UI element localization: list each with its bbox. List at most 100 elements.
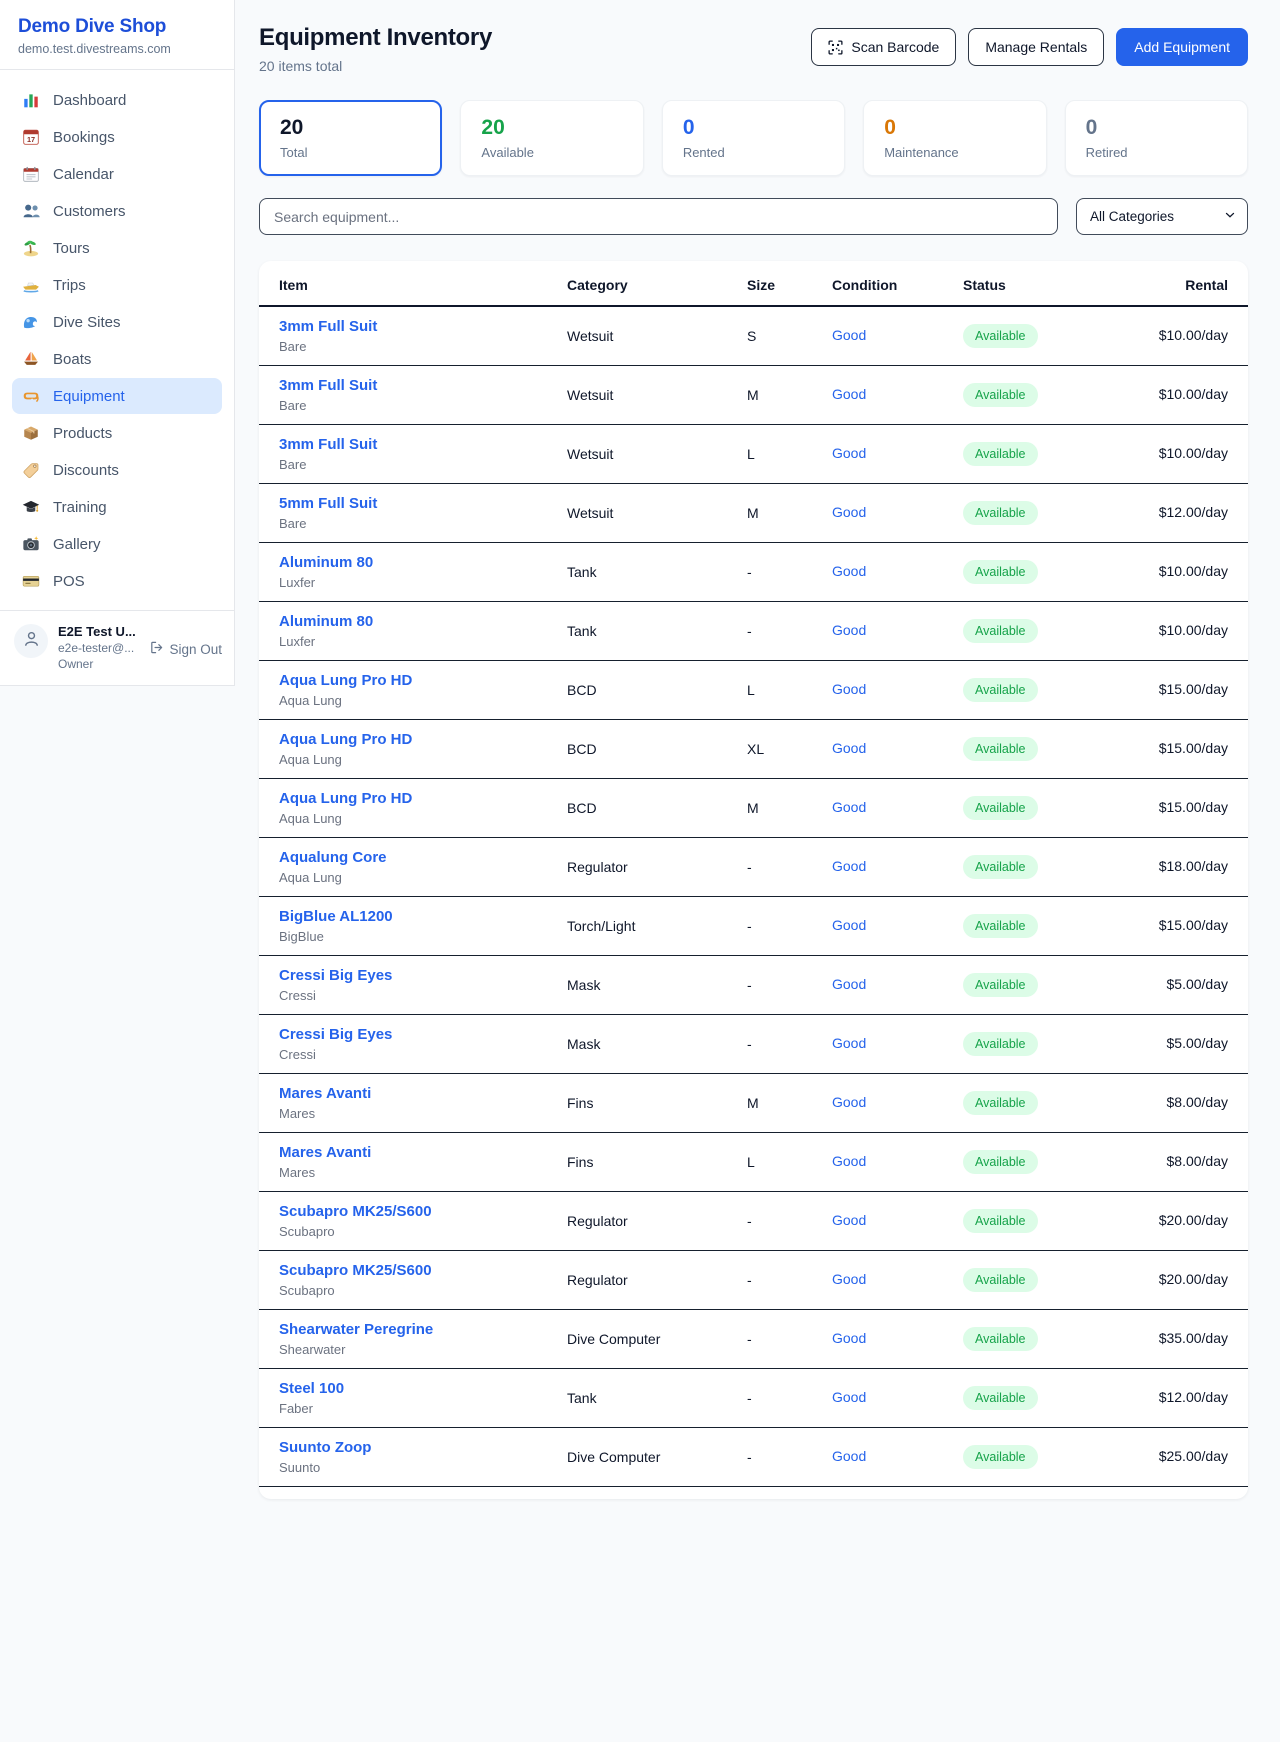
table-header-row: ItemCategorySizeConditionStatusRental	[259, 261, 1248, 306]
item-brand: Aqua Lung	[279, 811, 567, 826]
table-row: Scubapro MK25/S600ScubaproRegulator-Good…	[259, 1192, 1248, 1251]
item-category: BCD	[567, 779, 747, 838]
scan-barcode-label: Scan Barcode	[851, 39, 939, 55]
condition-link[interactable]: Good	[832, 1330, 866, 1346]
stats-row: 20Total20Available0Rented0Maintenance0Re…	[259, 100, 1248, 176]
item-brand: Suunto	[279, 1460, 567, 1475]
rental-price: $20.00/day	[1159, 1212, 1228, 1228]
sidebar-item-label: Tours	[53, 240, 90, 257]
brand-name: Demo Dive Shop	[18, 16, 216, 38]
condition-link[interactable]: Good	[832, 1035, 866, 1051]
sidebar-item-trips[interactable]: Trips	[12, 267, 222, 303]
item-size: -	[747, 1369, 832, 1428]
stat-card-available[interactable]: 20Available	[460, 100, 643, 176]
item-brand: Mares	[279, 1106, 567, 1121]
condition-link[interactable]: Good	[832, 563, 866, 579]
item-link[interactable]: Cressi Big Eyes	[279, 1026, 567, 1043]
manage-rentals-button[interactable]: Manage Rentals	[968, 28, 1104, 66]
sidebar-item-bookings[interactable]: 17Bookings	[12, 119, 222, 155]
item-link[interactable]: 3mm Full Suit	[279, 436, 567, 453]
item-link[interactable]: Aqua Lung Pro HD	[279, 731, 567, 748]
item-link[interactable]: Mares Avanti	[279, 1144, 567, 1161]
user-box: E2E Test U... e2e-tester@... Owner Sign …	[0, 610, 234, 685]
column-header-condition: Condition	[832, 261, 963, 306]
rental-price: $12.00/day	[1159, 1389, 1228, 1405]
stat-value: 0	[1086, 116, 1227, 140]
condition-link[interactable]: Good	[832, 740, 866, 756]
condition-link[interactable]: Good	[832, 445, 866, 461]
condition-link[interactable]: Good	[832, 858, 866, 874]
condition-link[interactable]: Good	[832, 976, 866, 992]
item-category: Tank	[567, 602, 747, 661]
condition-link[interactable]: Good	[832, 681, 866, 697]
item-link[interactable]: BigBlue AL1200	[279, 908, 567, 925]
stat-card-maintenance[interactable]: 0Maintenance	[863, 100, 1046, 176]
item-size: M	[747, 484, 832, 543]
sidebar-item-boats[interactable]: Boats	[12, 341, 222, 377]
sidebar-item-discounts[interactable]: Discounts	[12, 452, 222, 488]
item-link[interactable]: 3mm Full Suit	[279, 377, 567, 394]
stat-card-total[interactable]: 20Total	[259, 100, 442, 176]
sidebar-item-tours[interactable]: Tours	[12, 230, 222, 266]
category-select[interactable]: All Categories	[1076, 198, 1248, 235]
item-link[interactable]: 3mm Full Suit	[279, 318, 567, 335]
sidebar-item-training[interactable]: Training	[12, 489, 222, 525]
sign-out-button[interactable]: Sign Out	[149, 640, 222, 658]
sidebar-item-label: Trips	[53, 277, 86, 294]
item-link[interactable]: Aqualung Core	[279, 849, 567, 866]
sidebar-item-products[interactable]: Products	[12, 415, 222, 451]
condition-link[interactable]: Good	[832, 1153, 866, 1169]
item-link[interactable]: Suunto Zoop	[279, 1439, 567, 1456]
item-link[interactable]: Mares Avanti	[279, 1085, 567, 1102]
user-name: E2E Test U...	[58, 624, 139, 639]
sidebar-item-gallery[interactable]: Gallery	[12, 526, 222, 562]
item-link[interactable]: Aluminum 80	[279, 554, 567, 571]
sidebar-item-calendar[interactable]: Calendar	[12, 156, 222, 192]
equipment-table-card: ItemCategorySizeConditionStatusRental 3m…	[259, 261, 1248, 1499]
item-link[interactable]: 5mm Full Suit	[279, 495, 567, 512]
condition-link[interactable]: Good	[832, 504, 866, 520]
search-input[interactable]	[259, 198, 1058, 235]
sidebar-item-label: Training	[53, 499, 107, 516]
table-row: Suunto ZoopSuuntoDive Computer-GoodAvail…	[259, 1428, 1248, 1487]
item-link[interactable]: Aluminum 80	[279, 613, 567, 630]
item-link[interactable]: Steel 100	[279, 1380, 567, 1397]
condition-link[interactable]: Good	[832, 917, 866, 933]
item-link[interactable]: Aqua Lung Pro HD	[279, 672, 567, 689]
item-link[interactable]: Shearwater Peregrine	[279, 1321, 567, 1338]
item-link[interactable]: Scubapro MK25/S600	[279, 1262, 567, 1279]
item-link[interactable]: Cressi Big Eyes	[279, 967, 567, 984]
sidebar-item-equipment[interactable]: Equipment	[12, 378, 222, 414]
sidebar-item-customers[interactable]: Customers	[12, 193, 222, 229]
item-brand: Faber	[279, 1401, 567, 1416]
condition-link[interactable]: Good	[832, 1212, 866, 1228]
condition-link[interactable]: Good	[832, 622, 866, 638]
rental-price: $5.00/day	[1167, 1035, 1229, 1051]
item-category: Dive Computer	[567, 1310, 747, 1369]
item-link[interactable]: Scubapro MK25/S600	[279, 1203, 567, 1220]
status-badge: Available	[963, 1386, 1038, 1410]
item-brand: Luxfer	[279, 634, 567, 649]
condition-link[interactable]: Good	[832, 1271, 866, 1287]
item-link[interactable]: Aqua Lung Pro HD	[279, 790, 567, 807]
item-size: -	[747, 956, 832, 1015]
sidebar-item-dashboard[interactable]: Dashboard	[12, 82, 222, 118]
stat-value: 20	[280, 116, 421, 140]
stat-card-rented[interactable]: 0Rented	[662, 100, 845, 176]
condition-link[interactable]: Good	[832, 386, 866, 402]
scan-barcode-button[interactable]: Scan Barcode	[811, 28, 956, 66]
condition-link[interactable]: Good	[832, 1389, 866, 1405]
condition-link[interactable]: Good	[832, 1094, 866, 1110]
add-equipment-button[interactable]: Add Equipment	[1116, 28, 1248, 66]
brand: Demo Dive Shop demo.test.divestreams.com	[0, 0, 234, 70]
status-badge: Available	[963, 796, 1038, 820]
sidebar-item-dive-sites[interactable]: Dive Sites	[12, 304, 222, 340]
condition-link[interactable]: Good	[832, 799, 866, 815]
sidebar-item-label: Customers	[53, 203, 126, 220]
condition-link[interactable]: Good	[832, 327, 866, 343]
sidebar-item-pos[interactable]: POS	[12, 563, 222, 599]
stat-card-retired[interactable]: 0Retired	[1065, 100, 1248, 176]
item-category: Mask	[567, 956, 747, 1015]
condition-link[interactable]: Good	[832, 1448, 866, 1464]
sidebar: Demo Dive Shop demo.test.divestreams.com…	[0, 0, 235, 686]
